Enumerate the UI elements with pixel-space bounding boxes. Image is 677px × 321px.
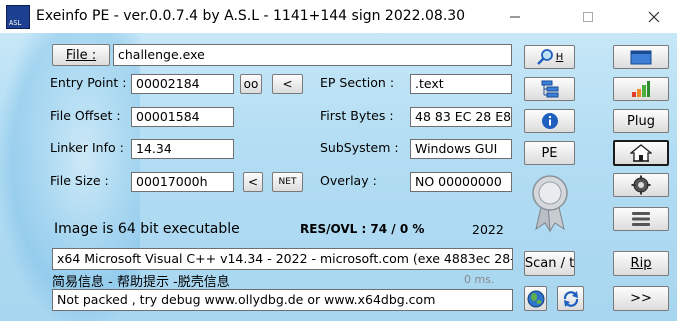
first-bytes-label: First Bytes : [320,108,394,123]
year-text: 2022 [472,222,504,237]
subsystem-label: SubSystem : [320,140,399,155]
scan-button-label: Scan / t [524,256,575,271]
app-icon-label: ASL [9,19,22,27]
subsystem-field[interactable]: Windows GUI [410,139,512,159]
file-button[interactable]: File : [52,44,110,66]
title-bar: ASL Exeinfo PE - ver.0.0.7.4 by A.S.L - … [0,0,677,33]
close-icon [648,11,660,22]
oo-button-label: oo [243,77,259,91]
minimize-button[interactable] [492,0,538,33]
window-title: Exeinfo PE - ver.0.0.7.4 by A.S.L - 1141… [36,8,466,24]
entry-point-field[interactable]: 00002184 [131,74,234,94]
file-size-field[interactable]: 00017000h [131,172,234,192]
hint-field[interactable]: Not packed , try debug www.ollydbg.de or… [52,289,513,311]
h-button-label: H [555,51,564,63]
chinese-info-text: 简易信息 - 帮助提示 -脱壳信息 [52,275,230,290]
net-button[interactable]: NET [272,172,303,192]
scan-button[interactable]: Scan / t [524,251,575,276]
rip-button-label: Rip [630,256,652,271]
main-panel: File : challenge.exe Entry Point : 00002… [0,33,677,321]
signal-bars-icon [632,81,650,97]
net-button-label: NET [278,177,297,187]
open-folder-icon [630,50,652,65]
award-ribbon-icon [532,175,568,233]
web-button[interactable] [524,286,547,311]
file-size-prev-label: < [247,175,259,189]
file-offset-label: File Offset : [50,108,121,123]
first-bytes-field[interactable]: 48 83 EC 28 E8 [410,107,512,127]
file-size-prev-button[interactable]: < [243,172,263,192]
refresh-button[interactable] [557,286,584,311]
open-file-button[interactable] [613,45,669,69]
file-button-label: File : [65,47,97,63]
minimize-icon [510,16,520,17]
maximize-icon [583,11,593,22]
plug-button-label: Plug [627,113,655,129]
entry-point-label: Entry Point : [50,75,127,90]
refresh-icon [563,290,578,307]
gear-icon [631,175,651,195]
home-icon [630,144,652,162]
rip-button[interactable]: Rip [613,251,669,276]
settings-button[interactable] [613,173,669,197]
next-button[interactable]: >> [613,286,669,311]
info-icon [541,113,558,129]
globe-icon [527,290,544,307]
ep-section-field[interactable]: .text [410,74,512,94]
file-offset-field[interactable]: 00001584 [131,107,234,127]
entry-point-prev-button[interactable]: < [272,74,303,94]
stats-button[interactable] [613,77,669,101]
pe-button[interactable]: PE [524,141,575,165]
close-button[interactable] [631,0,677,33]
info-button[interactable] [524,109,575,133]
compiler-detection-field[interactable]: x64 Microsoft Visual C++ v14.34 - 2022 -… [52,248,513,270]
linker-info-label: Linker Info : [50,140,124,155]
overlay-field[interactable]: NO 00000000 [410,172,512,192]
search-h-button[interactable]: H [524,45,575,69]
scan-time-text: 0 ms. [464,273,495,286]
bitness-text: Image is 64 bit executable [54,221,240,237]
file-size-label: File Size : [50,173,109,188]
plug-button[interactable]: Plug [613,109,669,133]
overlay-label: Overlay : [320,173,377,188]
menu-button[interactable] [613,207,669,231]
linker-info-field[interactable]: 14.34 [131,139,234,159]
home-button[interactable] [613,140,669,166]
entry-point-prev-label: < [282,77,293,91]
structure-tree-icon [541,80,558,98]
next-button-label: >> [630,291,652,306]
ep-section-label: EP Section : [320,75,395,90]
pe-button-label: PE [541,145,558,161]
maximize-button[interactable] [565,0,611,33]
structure-button[interactable] [524,77,575,101]
magnifier-icon [536,49,553,65]
file-path-field[interactable]: challenge.exe [113,44,512,66]
stack-menu-icon [632,212,650,226]
res-ovl-text: RES/OVL : 74 / 0 % [300,222,425,236]
oo-button[interactable]: oo [240,74,262,94]
app-icon: ASL [6,5,30,29]
